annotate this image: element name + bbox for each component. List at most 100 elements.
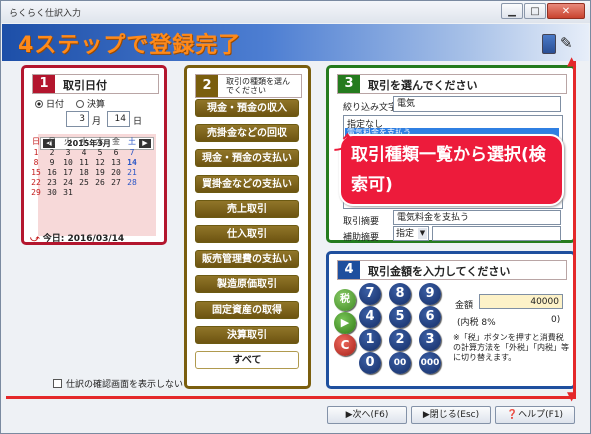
calendar-week-row: 8 9 10 11 12 13 14: [29, 158, 149, 168]
confirm-checkbox[interactable]: 仕訳の確認画面を表示しない: [53, 377, 183, 390]
step1-number: 1: [33, 75, 55, 93]
key-6[interactable]: 6: [419, 306, 441, 328]
calendar-day[interactable]: 8: [29, 158, 43, 168]
calendar-day[interactable]: 4: [77, 148, 91, 158]
close-button-label: 閉じる(Esc): [429, 410, 480, 420]
calendar-day[interactable]: 3: [61, 148, 75, 158]
calendar-day[interactable]: 31: [61, 188, 75, 198]
category-button[interactable]: 固定資産の取得: [195, 300, 299, 319]
chevron-down-icon[interactable]: ▼: [418, 228, 427, 239]
calendar-day[interactable]: 26: [93, 178, 107, 188]
amount-input[interactable]: 40000: [479, 294, 563, 309]
calendar-day[interactable]: 22: [29, 178, 43, 188]
filter-input[interactable]: 電気: [393, 96, 561, 112]
category-button[interactable]: 仕入取引: [195, 225, 299, 243]
key-7[interactable]: 7: [359, 283, 381, 305]
category-button[interactable]: 売上取引: [195, 199, 299, 218]
category-all-button[interactable]: すべて: [195, 351, 299, 369]
key-9[interactable]: 9: [419, 283, 441, 305]
aux-select[interactable]: 指定 ▼: [393, 226, 429, 241]
calendar-week-row: 1234567: [29, 148, 149, 158]
category-button[interactable]: 決算取引: [195, 325, 299, 344]
category-button[interactable]: 製造原価取引: [195, 275, 299, 294]
day-input[interactable]: 14: [107, 111, 130, 127]
key-00[interactable]: 00: [389, 352, 411, 374]
calendar-day[interactable]: 24: [61, 178, 75, 188]
confirm-checkbox-label: 仕訳の確認画面を表示しない: [66, 380, 184, 390]
calendar-day[interactable]: 11: [77, 158, 91, 168]
tax-info: (内税 8%: [457, 318, 496, 328]
calendar-day[interactable]: 13: [109, 158, 123, 168]
calendar-day[interactable]: 6: [109, 148, 123, 158]
book-icon[interactable]: [542, 34, 556, 54]
date-radio[interactable]: 日付: [35, 97, 64, 110]
calendar-day[interactable]: 9: [45, 158, 59, 168]
arrow-down-icon: ▼: [567, 389, 577, 403]
tax-key[interactable]: 税: [334, 289, 356, 311]
calendar-day[interactable]: 14: [125, 158, 139, 168]
app-window: らくらく仕訳入力 ▁ □ ✕ 4ステップで登録完了 ✎ 1 取引日付 日付 決算…: [0, 0, 591, 434]
next-button[interactable]: ▶次へ(F6): [327, 406, 407, 424]
calendar-day[interactable]: 10: [61, 158, 75, 168]
category-button[interactable]: 販売管理費の支払い: [195, 250, 299, 269]
weekday-label: 金: [112, 137, 120, 146]
category-button[interactable]: 現金・預金の支払い: [195, 149, 299, 168]
aux-input[interactable]: [432, 226, 561, 241]
today-link[interactable]: ⤻ 今日: 2016/03/14: [30, 231, 124, 244]
day-unit: 日: [133, 117, 143, 127]
calendar-day[interactable]: 15: [29, 168, 43, 178]
help-button[interactable]: ❓ヘルプ(F1): [495, 406, 575, 424]
key-2[interactable]: 2: [389, 329, 411, 351]
calendar-day[interactable]: 20: [109, 168, 123, 178]
calendar-day[interactable]: 29: [29, 188, 43, 198]
month-input[interactable]: 3: [66, 111, 89, 127]
window-title: らくらく仕訳入力: [9, 9, 82, 19]
key-000[interactable]: 000: [419, 352, 441, 374]
pen-icon[interactable]: ✎: [560, 34, 574, 54]
weekday-label: 木: [96, 137, 104, 146]
category-button[interactable]: 売掛金などの回収: [195, 124, 299, 143]
step3-title: 取引を選んでください: [368, 79, 478, 92]
calendar-day[interactable]: 19: [93, 168, 107, 178]
calendar-day[interactable]: 23: [45, 178, 59, 188]
enter-key[interactable]: ▶: [334, 312, 356, 334]
calendar-day[interactable]: 17: [61, 168, 75, 178]
calendar-day[interactable]: 2: [45, 148, 59, 158]
weekday-row: 日月火水木金土: [29, 137, 149, 147]
key-4[interactable]: 4: [359, 306, 381, 328]
calendar-grid: 日月火水木金土 1 2 3 4 5 6 7 8 9 10 11 12 13 14 15 16 17 18 19 20 2…: [29, 137, 149, 219]
calendar-day[interactable]: 5: [93, 148, 107, 158]
maximize-button[interactable]: □: [524, 3, 546, 19]
key-5[interactable]: 5: [389, 306, 411, 328]
calendar-day[interactable]: 16: [45, 168, 59, 178]
key-8[interactable]: 8: [389, 283, 411, 305]
category-button[interactable]: 買掛金などの支払い: [195, 174, 299, 193]
summary-input[interactable]: 電気料金を支払う: [393, 210, 561, 225]
close-window-button[interactable]: ✕: [547, 3, 585, 19]
arrow-up-icon: ▲: [567, 54, 577, 68]
settlement-radio[interactable]: 決算: [76, 97, 105, 110]
help-icon: ❓: [506, 410, 519, 420]
calendar-day[interactable]: 18: [77, 168, 91, 178]
key-0[interactable]: 0: [359, 352, 381, 374]
step1-title: 取引日付: [63, 79, 107, 92]
key-1[interactable]: 1: [359, 329, 381, 351]
step4-header: 4 取引金額を入力してください: [337, 260, 567, 280]
weekday-label: 土: [128, 137, 136, 146]
calendar-day[interactable]: 27: [109, 178, 123, 188]
step4-number: 4: [338, 261, 360, 279]
calendar-day[interactable]: 25: [77, 178, 91, 188]
calendar-day[interactable]: 30: [45, 188, 59, 198]
next-button-label: 次へ(F6): [352, 410, 389, 420]
calendar-day[interactable]: 21: [125, 168, 139, 178]
calendar-day[interactable]: 28: [125, 178, 139, 188]
category-button[interactable]: 現金・預金の収入: [195, 99, 299, 117]
checkbox-icon: [53, 379, 62, 388]
calendar-day[interactable]: 12: [93, 158, 107, 168]
calendar-day[interactable]: 1: [29, 148, 43, 158]
calendar-day[interactable]: 7: [125, 148, 139, 158]
key-3[interactable]: 3: [419, 329, 441, 351]
minimize-button[interactable]: ▁: [501, 3, 523, 19]
clear-key[interactable]: C: [334, 334, 356, 356]
close-button[interactable]: ▶閉じる(Esc): [411, 406, 491, 424]
